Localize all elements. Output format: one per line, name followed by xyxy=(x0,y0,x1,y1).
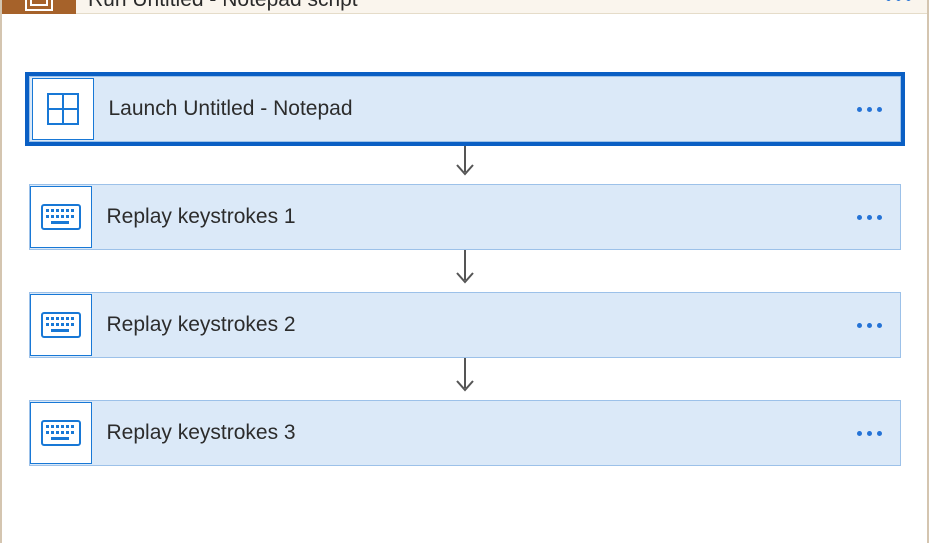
script-icon xyxy=(2,0,76,14)
arrow-down-icon xyxy=(452,248,478,288)
arrow-down-icon xyxy=(452,140,478,180)
more-icon[interactable] xyxy=(857,107,882,112)
keyboard-icon xyxy=(30,294,92,356)
keyboard-icon xyxy=(30,402,92,464)
step-replay-3[interactable]: Replay keystrokes 3 xyxy=(29,400,901,466)
step-label: Launch Untitled - Notepad xyxy=(109,97,353,121)
more-icon[interactable] xyxy=(886,0,911,1)
arrow-down-icon xyxy=(452,356,478,396)
step-label: Replay keystrokes 3 xyxy=(107,421,296,445)
more-icon[interactable] xyxy=(857,215,882,220)
step-label: Replay keystrokes 1 xyxy=(107,205,296,229)
script-header[interactable]: Run Untitled - Notepad script xyxy=(2,0,927,14)
step-replay-1[interactable]: Replay keystrokes 1 xyxy=(29,184,901,250)
steps-list: Launch Untitled - Notepad xyxy=(2,14,927,466)
window-icon xyxy=(32,78,94,140)
step-replay-2[interactable]: Replay keystrokes 2 xyxy=(29,292,901,358)
step-label: Replay keystrokes 2 xyxy=(107,313,296,337)
step-launch[interactable]: Launch Untitled - Notepad xyxy=(29,76,901,142)
script-title: Run Untitled - Notepad script xyxy=(88,0,358,12)
keyboard-icon xyxy=(30,186,92,248)
more-icon[interactable] xyxy=(857,323,882,328)
more-icon[interactable] xyxy=(857,431,882,436)
